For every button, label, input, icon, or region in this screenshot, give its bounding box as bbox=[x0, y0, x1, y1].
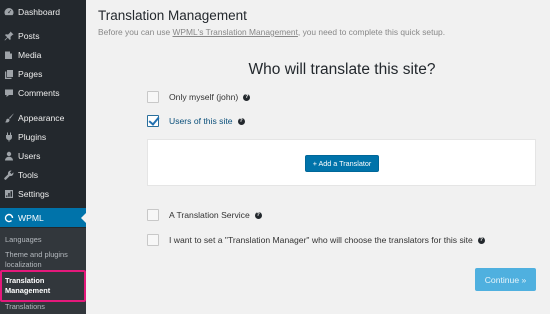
sidebar-item-label: Settings bbox=[18, 188, 50, 199]
sidebar-item-wpml[interactable]: WPML bbox=[0, 208, 86, 227]
submenu-item-label: localization bbox=[5, 260, 42, 269]
submenu-item-translations[interactable]: Translations bbox=[5, 302, 45, 312]
description-text: Before you can use bbox=[98, 27, 173, 37]
option-label: I want to set a "Translation Manager" wh… bbox=[169, 235, 473, 245]
media-icon bbox=[4, 50, 14, 60]
settings-icon bbox=[4, 189, 14, 199]
sidebar-item-label: Media bbox=[18, 49, 42, 60]
sidebar-item-settings[interactable]: Settings bbox=[0, 184, 86, 203]
page-title: Translation Management bbox=[98, 8, 247, 23]
submenu-item-label: Theme and plugins bbox=[5, 250, 68, 259]
option-label: A Translation Service bbox=[169, 210, 250, 220]
sidebar-item-label: Dashboard bbox=[18, 6, 61, 17]
option-checkbox[interactable] bbox=[147, 91, 159, 103]
option-users-of-site[interactable]: Users of this site ? bbox=[147, 115, 245, 127]
add-translator-button[interactable]: + Add a Translator bbox=[305, 155, 379, 172]
wpml-icon bbox=[4, 213, 14, 223]
help-icon[interactable]: ? bbox=[254, 211, 262, 219]
setup-description: Before you can use WPML's Translation Ma… bbox=[98, 27, 445, 37]
current-menu-arrow bbox=[81, 213, 86, 223]
sidebar-item-pages[interactable]: Pages bbox=[0, 64, 86, 83]
user-icon bbox=[4, 151, 14, 161]
sidebar-item-label: Comments bbox=[18, 87, 60, 98]
option-label: Users of this site bbox=[169, 116, 233, 126]
help-icon[interactable]: ? bbox=[477, 236, 485, 244]
sidebar-item-plugins[interactable]: Plugins bbox=[0, 127, 86, 146]
brush-icon bbox=[4, 113, 14, 123]
translators-panel: + Add a Translator bbox=[147, 139, 536, 186]
highlight-annotation-box bbox=[0, 270, 86, 302]
sidebar-item-comments[interactable]: Comments bbox=[0, 83, 86, 102]
option-only-myself[interactable]: Only myself (john) ? bbox=[147, 91, 251, 103]
wrench-icon bbox=[4, 170, 14, 180]
continue-button[interactable]: Continue » bbox=[475, 268, 536, 291]
option-translation-manager[interactable]: I want to set a "Translation Manager" wh… bbox=[147, 234, 485, 246]
option-checkbox[interactable] bbox=[147, 234, 159, 246]
option-checkbox-checked[interactable] bbox=[147, 115, 159, 127]
sidebar-item-label: Users bbox=[18, 150, 41, 161]
submenu-item-theme-plugins-localization[interactable]: Theme and plugins localization bbox=[5, 250, 68, 270]
translation-management-link[interactable]: WPML's Translation Management bbox=[173, 27, 298, 37]
sidebar-item-appearance[interactable]: Appearance bbox=[0, 108, 86, 127]
sidebar-item-label: Appearance bbox=[18, 112, 65, 123]
sidebar-item-label: Plugins bbox=[18, 131, 47, 142]
sidebar-item-tools[interactable]: Tools bbox=[0, 165, 86, 184]
sidebar-item-label: WPML bbox=[18, 212, 44, 223]
comment-icon bbox=[4, 88, 14, 98]
pin-icon bbox=[4, 31, 14, 41]
option-translation-service[interactable]: A Translation Service ? bbox=[147, 209, 262, 221]
help-icon[interactable]: ? bbox=[237, 117, 245, 125]
sidebar-item-dashboard[interactable]: Dashboard bbox=[0, 2, 86, 21]
option-label: Only myself (john) bbox=[169, 92, 239, 102]
dashboard-icon bbox=[4, 7, 14, 17]
submenu-item-languages[interactable]: Languages bbox=[5, 235, 42, 245]
sidebar-item-posts[interactable]: Posts bbox=[0, 26, 86, 45]
plugin-icon bbox=[4, 132, 14, 142]
sidebar-item-label: Posts bbox=[18, 30, 40, 41]
sidebar-item-media[interactable]: Media bbox=[0, 45, 86, 64]
pages-icon bbox=[4, 69, 14, 79]
sidebar-item-label: Pages bbox=[18, 68, 43, 79]
setup-question-heading: Who will translate this site? bbox=[248, 61, 436, 78]
option-checkbox[interactable] bbox=[147, 209, 159, 221]
sidebar-item-label: Tools bbox=[18, 169, 39, 180]
description-text: , you need to complete this quick setup. bbox=[297, 27, 446, 37]
admin-sidebar: Dashboard Posts Media Pages Comments App… bbox=[0, 0, 86, 314]
sidebar-item-users[interactable]: Users bbox=[0, 146, 86, 165]
help-icon[interactable]: ? bbox=[243, 93, 251, 101]
